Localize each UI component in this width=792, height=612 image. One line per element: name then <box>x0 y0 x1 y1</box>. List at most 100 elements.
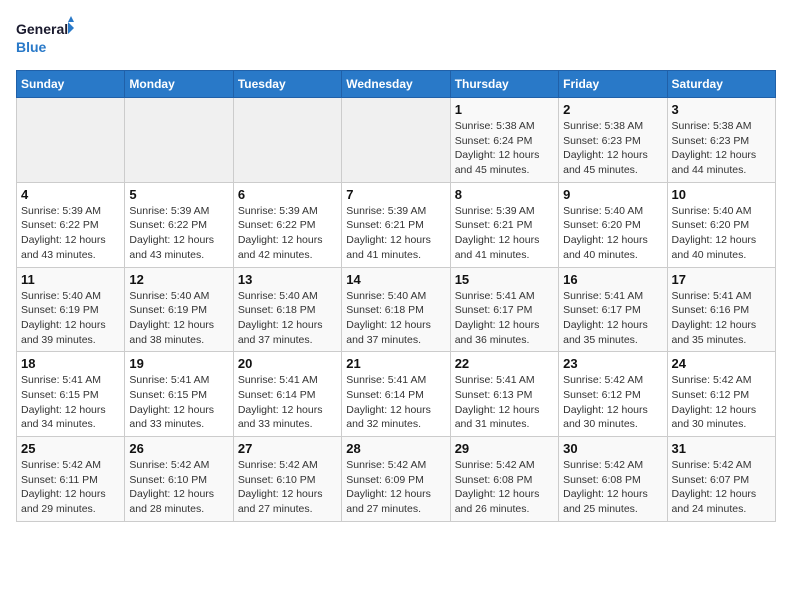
calendar-cell: 21Sunrise: 5:41 AMSunset: 6:14 PMDayligh… <box>342 352 450 437</box>
day-number: 23 <box>563 356 662 371</box>
calendar-cell: 16 Sunrise: 5:41 AMSunset: 6:17 PMDayligh… <box>559 267 667 352</box>
day-info: Sunrise: 5:41 AMSunset: 6:17 PMDaylight:… <box>563 289 662 348</box>
calendar-week-row: 1 Sunrise: 5:38 AMSunset: 6:24 PMDaylight… <box>17 98 776 183</box>
day-number: 26 <box>129 441 228 456</box>
day-info: Sunrise: 5:42 AMSunset: 6:10 PMDaylight:… <box>129 458 228 517</box>
day-info: Sunrise: 5:40 AMSunset: 6:18 PMDaylight:… <box>346 289 445 348</box>
svg-text:General: General <box>16 21 68 37</box>
day-info: Sunrise: 5:40 AMSunset: 6:19 PMDaylight:… <box>21 289 120 348</box>
calendar-cell: 5 Sunrise: 5:39 AMSunset: 6:22 PMDaylight… <box>125 182 233 267</box>
weekday-header-monday: Monday <box>125 71 233 98</box>
day-number: 4 <box>21 187 120 202</box>
day-number: 10 <box>672 187 771 202</box>
calendar-cell: 14 Sunrise: 5:40 AMSunset: 6:18 PMDayligh… <box>342 267 450 352</box>
day-info: Sunrise: 5:39 AMSunset: 6:21 PMDaylight:… <box>346 204 445 263</box>
calendar-week-row: 25 Sunrise: 5:42 AMSunset: 6:11 PMDayligh… <box>17 437 776 522</box>
calendar-week-row: 4 Sunrise: 5:39 AMSunset: 6:22 PMDaylight… <box>17 182 776 267</box>
calendar-cell <box>125 98 233 183</box>
day-number: 9 <box>563 187 662 202</box>
calendar-cell <box>342 98 450 183</box>
day-number: 21 <box>346 356 445 371</box>
calendar-cell: 10 Sunrise: 5:40 AMSunset: 6:20 PMDayligh… <box>667 182 775 267</box>
calendar-cell: 13 Sunrise: 5:40 AMSunset: 6:18 PMDayligh… <box>233 267 341 352</box>
calendar-cell: 3 Sunrise: 5:38 AMSunset: 6:23 PMDaylight… <box>667 98 775 183</box>
day-number: 3 <box>672 102 771 117</box>
day-number: 16 <box>563 272 662 287</box>
day-number: 20 <box>238 356 337 371</box>
day-number: 11 <box>21 272 120 287</box>
calendar-cell: 6Sunrise: 5:39 AMSunset: 6:22 PMDaylight… <box>233 182 341 267</box>
day-number: 22 <box>455 356 554 371</box>
day-number: 30 <box>563 441 662 456</box>
weekday-header-wednesday: Wednesday <box>342 71 450 98</box>
day-info: Sunrise: 5:40 AMSunset: 6:20 PMDaylight:… <box>672 204 771 263</box>
calendar-cell: 30 Sunrise: 5:42 AMSunset: 6:08 PMDayligh… <box>559 437 667 522</box>
day-number: 29 <box>455 441 554 456</box>
day-number: 5 <box>129 187 228 202</box>
calendar-cell: 31 Sunrise: 5:42 AMSunset: 6:07 PMDayligh… <box>667 437 775 522</box>
calendar-cell: 22 Sunrise: 5:41 AMSunset: 6:13 PMDayligh… <box>450 352 558 437</box>
day-info: Sunrise: 5:40 AMSunset: 6:20 PMDaylight:… <box>563 204 662 263</box>
calendar-cell: 18 Sunrise: 5:41 AMSunset: 6:15 PMDayligh… <box>17 352 125 437</box>
day-info: Sunrise: 5:42 AMSunset: 6:08 PMDaylight:… <box>563 458 662 517</box>
day-info: Sunrise: 5:42 AMSunset: 6:11 PMDaylight:… <box>21 458 120 517</box>
day-info: Sunrise: 5:41 AMSunset: 6:13 PMDaylight:… <box>455 373 554 432</box>
day-number: 28 <box>346 441 445 456</box>
day-info: Sunrise: 5:42 AMSunset: 6:07 PMDaylight:… <box>672 458 771 517</box>
day-number: 2 <box>563 102 662 117</box>
calendar-week-row: 11 Sunrise: 5:40 AMSunset: 6:19 PMDayligh… <box>17 267 776 352</box>
day-number: 8 <box>455 187 554 202</box>
calendar-cell: 26 Sunrise: 5:42 AMSunset: 6:10 PMDayligh… <box>125 437 233 522</box>
calendar-cell: 1 Sunrise: 5:38 AMSunset: 6:24 PMDaylight… <box>450 98 558 183</box>
day-info: Sunrise: 5:42 AMSunset: 6:10 PMDaylight:… <box>238 458 337 517</box>
calendar-cell: 19Sunrise: 5:41 AMSunset: 6:15 PMDayligh… <box>125 352 233 437</box>
calendar-cell: 23Sunrise: 5:42 AMSunset: 6:12 PMDayligh… <box>559 352 667 437</box>
weekday-header-sunday: Sunday <box>17 71 125 98</box>
calendar-cell: 4 Sunrise: 5:39 AMSunset: 6:22 PMDaylight… <box>17 182 125 267</box>
day-info: Sunrise: 5:38 AMSunset: 6:24 PMDaylight:… <box>455 119 554 178</box>
day-info: Sunrise: 5:41 AMSunset: 6:14 PMDaylight:… <box>238 373 337 432</box>
logo: General Blue <box>16 16 76 60</box>
weekday-header-friday: Friday <box>559 71 667 98</box>
calendar-cell: 12Sunrise: 5:40 AMSunset: 6:19 PMDayligh… <box>125 267 233 352</box>
weekday-header-thursday: Thursday <box>450 71 558 98</box>
day-info: Sunrise: 5:40 AMSunset: 6:18 PMDaylight:… <box>238 289 337 348</box>
day-info: Sunrise: 5:42 AMSunset: 6:09 PMDaylight:… <box>346 458 445 517</box>
day-number: 27 <box>238 441 337 456</box>
calendar-cell: 2Sunrise: 5:38 AMSunset: 6:23 PMDaylight… <box>559 98 667 183</box>
calendar-cell: 25 Sunrise: 5:42 AMSunset: 6:11 PMDayligh… <box>17 437 125 522</box>
day-info: Sunrise: 5:39 AMSunset: 6:22 PMDaylight:… <box>129 204 228 263</box>
calendar-cell: 7 Sunrise: 5:39 AMSunset: 6:21 PMDaylight… <box>342 182 450 267</box>
calendar-cell: 9 Sunrise: 5:40 AMSunset: 6:20 PMDaylight… <box>559 182 667 267</box>
calendar-cell: 29 Sunrise: 5:42 AMSunset: 6:08 PMDayligh… <box>450 437 558 522</box>
day-number: 19 <box>129 356 228 371</box>
day-number: 7 <box>346 187 445 202</box>
day-number: 15 <box>455 272 554 287</box>
day-number: 13 <box>238 272 337 287</box>
day-number: 18 <box>21 356 120 371</box>
day-number: 31 <box>672 441 771 456</box>
logo-svg: General Blue <box>16 16 76 60</box>
calendar-table: SundayMondayTuesdayWednesdayThursdayFrid… <box>16 70 776 522</box>
day-info: Sunrise: 5:39 AMSunset: 6:21 PMDaylight:… <box>455 204 554 263</box>
calendar-cell: 27 Sunrise: 5:42 AMSunset: 6:10 PMDayligh… <box>233 437 341 522</box>
day-info: Sunrise: 5:41 AMSunset: 6:15 PMDaylight:… <box>21 373 120 432</box>
svg-text:Blue: Blue <box>16 39 47 55</box>
calendar-cell <box>17 98 125 183</box>
day-number: 25 <box>21 441 120 456</box>
day-info: Sunrise: 5:39 AMSunset: 6:22 PMDaylight:… <box>238 204 337 263</box>
day-number: 12 <box>129 272 228 287</box>
calendar-week-row: 18 Sunrise: 5:41 AMSunset: 6:15 PMDayligh… <box>17 352 776 437</box>
calendar-cell: 15 Sunrise: 5:41 AMSunset: 6:17 PMDayligh… <box>450 267 558 352</box>
day-number: 17 <box>672 272 771 287</box>
day-info: Sunrise: 5:41 AMSunset: 6:16 PMDaylight:… <box>672 289 771 348</box>
day-info: Sunrise: 5:38 AMSunset: 6:23 PMDaylight:… <box>672 119 771 178</box>
day-number: 14 <box>346 272 445 287</box>
day-info: Sunrise: 5:42 AMSunset: 6:08 PMDaylight:… <box>455 458 554 517</box>
day-number: 1 <box>455 102 554 117</box>
weekday-header-saturday: Saturday <box>667 71 775 98</box>
calendar-cell: 20 Sunrise: 5:41 AMSunset: 6:14 PMDayligh… <box>233 352 341 437</box>
day-info: Sunrise: 5:39 AMSunset: 6:22 PMDaylight:… <box>21 204 120 263</box>
day-info: Sunrise: 5:42 AMSunset: 6:12 PMDaylight:… <box>672 373 771 432</box>
day-info: Sunrise: 5:41 AMSunset: 6:17 PMDaylight:… <box>455 289 554 348</box>
